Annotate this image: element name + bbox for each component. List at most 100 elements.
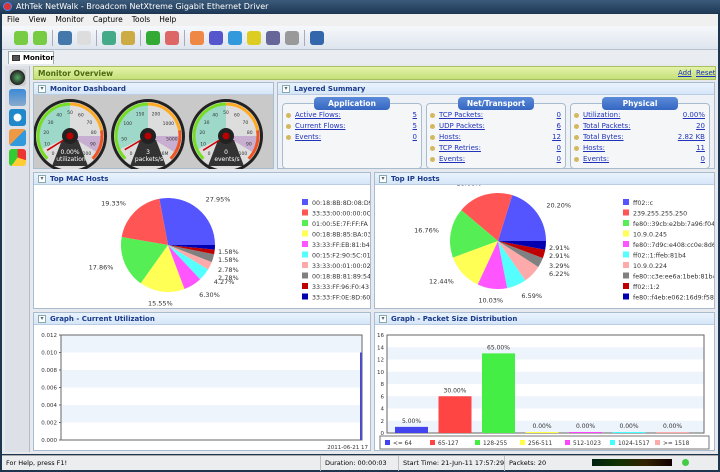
collapse-button[interactable]: ▾ bbox=[38, 175, 46, 183]
menu-view[interactable]: View bbox=[29, 14, 47, 26]
gauge-tick-label: 0 bbox=[130, 151, 133, 157]
layered-summary-panel: ▾ Layered Summary Active Flows: 5 Current F… bbox=[277, 82, 715, 169]
summary-row: Current Flows: 5 bbox=[283, 121, 421, 132]
legend-swatch bbox=[475, 440, 480, 445]
summary-value-link[interactable]: 2.82 KB bbox=[678, 132, 705, 143]
menu-capture[interactable]: Capture bbox=[93, 14, 123, 26]
summary-label-link[interactable]: Total Packets: bbox=[583, 121, 630, 132]
bar bbox=[482, 353, 515, 433]
tab-monitor[interactable]: Monitor bbox=[8, 51, 54, 64]
protocols-icon[interactable] bbox=[247, 30, 261, 45]
legend-swatch bbox=[302, 293, 308, 300]
summary-label-link[interactable]: TCP Packets: bbox=[439, 110, 483, 121]
pie-slice-label: 6.59% bbox=[521, 292, 542, 300]
nodes-icon[interactable] bbox=[9, 129, 26, 146]
summary-label-link[interactable]: Hosts: bbox=[583, 143, 605, 154]
legend-swatch bbox=[623, 262, 629, 268]
summary-value-link[interactable]: 20 bbox=[696, 121, 705, 132]
sidebar bbox=[5, 66, 30, 452]
statistics-icon[interactable] bbox=[9, 149, 26, 166]
settings-gear-icon[interactable] bbox=[285, 30, 299, 45]
help-icon[interactable] bbox=[310, 30, 324, 45]
summary-value-link[interactable]: 11 bbox=[696, 143, 705, 154]
summary-value-link[interactable]: 0.00% bbox=[683, 110, 705, 121]
gauge-tick-label: 80 bbox=[247, 130, 253, 136]
menu-help[interactable]: Help bbox=[159, 14, 176, 26]
ip-pie-chart: 20.20% 18.66% 16.76% 12.44% 10.03% 6.59% 6.22%… bbox=[414, 179, 720, 304]
bar-value-label: 0.00% bbox=[576, 423, 595, 430]
legend-label: 00:18:8B:85:BA:03 bbox=[312, 232, 370, 239]
summary-value-link[interactable]: 0 bbox=[557, 110, 561, 121]
clear-brush-icon[interactable] bbox=[121, 30, 135, 45]
legend-swatch bbox=[623, 199, 629, 205]
summary-label-link[interactable]: UDP Packets: bbox=[439, 121, 485, 132]
gauge-unit: utilization bbox=[56, 156, 86, 163]
legend-swatch bbox=[302, 220, 308, 226]
pie-slice-label: 17.86% bbox=[89, 263, 114, 271]
summary-label-link[interactable]: Hosts: bbox=[439, 132, 461, 143]
summary-value-link[interactable]: 12 bbox=[552, 132, 561, 143]
summary-value-link[interactable]: 0 bbox=[557, 154, 561, 165]
pie-slice bbox=[159, 198, 215, 245]
panel-header: ▾ Monitor Dashboard bbox=[34, 83, 273, 95]
summary-value-link[interactable]: 0 bbox=[557, 143, 561, 154]
new-file-icon[interactable] bbox=[77, 30, 91, 45]
summary-label-link[interactable]: Events: bbox=[583, 154, 609, 165]
legend-label: 00:18:8B:8D:08:D9 bbox=[312, 200, 370, 207]
panel-title: Graph - Current Utilization bbox=[50, 315, 155, 323]
back-icon[interactable] bbox=[14, 30, 28, 45]
menu-file[interactable]: File bbox=[7, 14, 20, 26]
open-folder-icon[interactable] bbox=[58, 30, 72, 45]
clock-icon[interactable] bbox=[228, 30, 242, 45]
y-tick-label: 0.012 bbox=[41, 333, 57, 339]
monitor-tab-icon bbox=[12, 55, 20, 61]
menu-tools[interactable]: Tools bbox=[132, 14, 150, 26]
stop-capture-icon[interactable] bbox=[165, 30, 179, 45]
statistics-icon[interactable] bbox=[190, 30, 204, 45]
legend-label: 00:15:F2:90:5C:01 bbox=[312, 253, 370, 260]
summary-value-link[interactable]: 0 bbox=[413, 132, 417, 143]
network-icon[interactable] bbox=[9, 89, 26, 106]
summary-label-link[interactable]: Events: bbox=[439, 154, 465, 165]
collapse-button[interactable]: ▾ bbox=[282, 85, 290, 93]
summary-label-link[interactable]: Current Flows: bbox=[295, 121, 346, 132]
collapse-button[interactable]: ▾ bbox=[38, 315, 46, 323]
gauge-tick-label: 50 bbox=[223, 110, 229, 116]
summary-row: Utilization: 0.00% bbox=[571, 110, 709, 121]
log-book-icon[interactable] bbox=[266, 30, 280, 45]
star-icon bbox=[286, 124, 291, 129]
gauge-tick-label: 90 bbox=[246, 141, 252, 147]
capture-icon[interactable] bbox=[9, 109, 26, 126]
utilization-line-chart: 0.000 0.002 0.004 0.006 0.008 0.010 0.012 2011-… bbox=[41, 333, 368, 451]
summary-value-link[interactable]: 5 bbox=[413, 121, 417, 132]
collapse-button[interactable]: ▾ bbox=[38, 85, 46, 93]
y-tick-label: 10 bbox=[377, 370, 384, 376]
summary-group-application: Active Flows: 5 Current Flows: 5 Events: 0 bbox=[282, 103, 422, 169]
summary-label-link[interactable]: Events: bbox=[295, 132, 321, 143]
pie-slice-label: 1.58% bbox=[218, 248, 239, 256]
add-link[interactable]: Add bbox=[678, 67, 692, 80]
pie-slice-label: 1.58% bbox=[218, 256, 239, 264]
summary-label-link[interactable]: TCP Retries: bbox=[439, 143, 481, 154]
legend-label: ff02::1:ffeb:81b4 bbox=[633, 253, 686, 260]
summary-label-link[interactable]: Utilization: bbox=[583, 110, 620, 121]
y-tick-label: 12 bbox=[377, 358, 384, 364]
summary-row: Active Flows: 5 bbox=[283, 110, 421, 121]
menu-monitor[interactable]: Monitor bbox=[55, 14, 84, 26]
summary-value-link[interactable]: 0 bbox=[701, 154, 705, 165]
legend-label: 10.9.0.224 bbox=[633, 263, 667, 270]
filter-icon[interactable] bbox=[209, 30, 223, 45]
y-tick-label: 0.002 bbox=[41, 421, 57, 427]
gauge-tick-label: 60 bbox=[78, 113, 84, 119]
monitor-icon[interactable] bbox=[9, 69, 26, 86]
forward-icon[interactable] bbox=[33, 30, 47, 45]
summary-label-link[interactable]: Active Flows: bbox=[295, 110, 341, 121]
collapse-button[interactable]: ▾ bbox=[379, 315, 387, 323]
export-icon[interactable] bbox=[102, 30, 116, 45]
summary-value-link[interactable]: 5 bbox=[413, 110, 417, 121]
summary-value-link[interactable]: 6 bbox=[557, 121, 561, 132]
collapse-button[interactable]: ▾ bbox=[379, 175, 387, 183]
summary-label-link[interactable]: Total Bytes: bbox=[583, 132, 624, 143]
start-capture-icon[interactable] bbox=[146, 30, 160, 45]
reset-link[interactable]: Reset bbox=[696, 67, 716, 80]
